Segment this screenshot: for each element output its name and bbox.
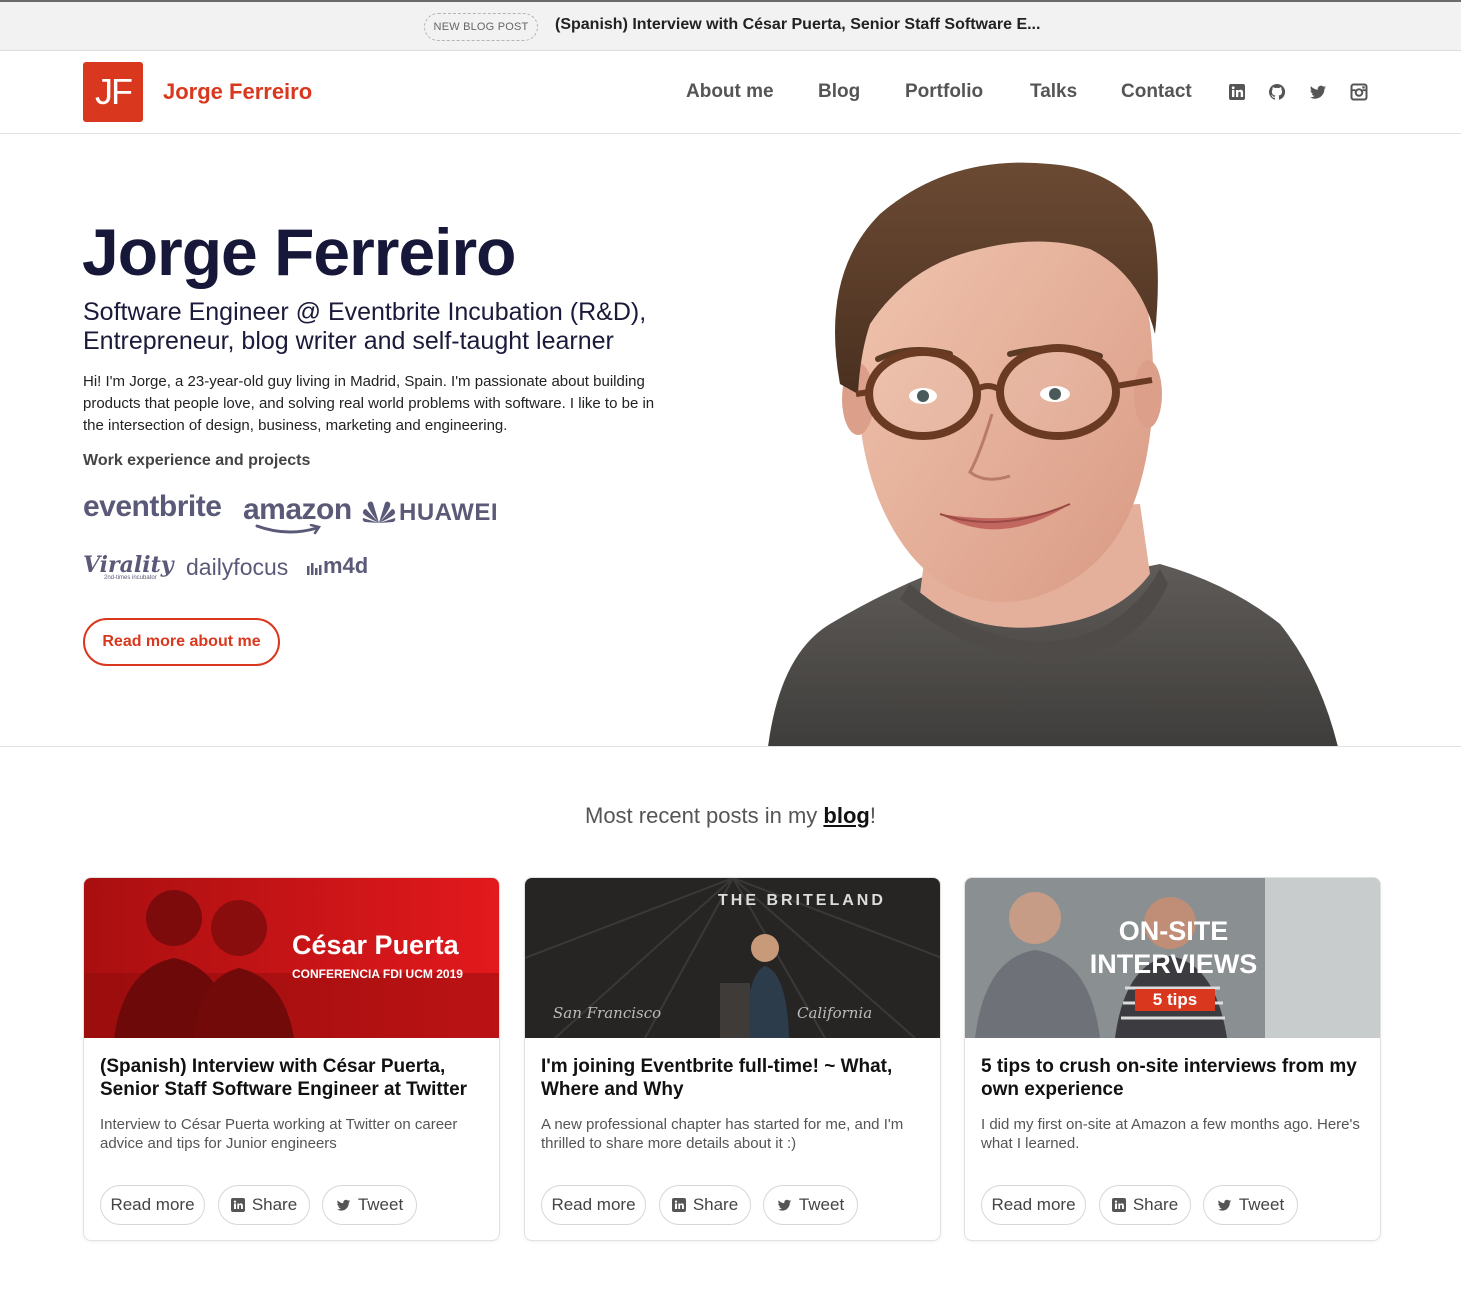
hero-name: Jorge Ferreiro	[82, 215, 516, 289]
tweet-label: Tweet	[798, 1195, 845, 1214]
thumb-title: César Puerta	[292, 930, 459, 960]
linkedin-icon[interactable]	[1228, 83, 1246, 101]
post-thumbnail[interactable]: THE BRITELAND San Francisco California	[525, 878, 940, 1038]
logo-eventbrite: eventbrite	[83, 490, 222, 523]
thumb-title-line-1: ON-SITE	[1118, 916, 1229, 946]
blog-heading-prefix: Most recent posts in my	[585, 803, 824, 828]
thumb-subtitle: CONFERENCIA FDI UCM 2019	[292, 967, 463, 981]
share-label: Share	[251, 1195, 298, 1214]
tweet-button[interactable]: Tweet	[1203, 1185, 1298, 1225]
blog-heading: Most recent posts in my blog!	[0, 803, 1461, 829]
blog-card: César Puerta CONFERENCIA FDI UCM 2019 (S…	[83, 877, 500, 1241]
instagram-icon[interactable]	[1350, 83, 1368, 101]
m4d-bars-icon	[307, 563, 322, 575]
github-icon[interactable]	[1268, 83, 1286, 101]
twitter-icon	[336, 1199, 350, 1211]
huawei-flower-icon	[362, 501, 396, 523]
logo-huawei: HUAWEI	[399, 499, 498, 526]
tweet-label: Tweet	[357, 1195, 404, 1214]
linkedin-icon	[230, 1198, 245, 1212]
site-header: JF Jorge Ferreiro About me Blog Portfoli…	[0, 51, 1461, 134]
amazon-smile-icon	[255, 524, 322, 535]
read-more-about-me-button[interactable]: Read more about me	[83, 618, 280, 666]
post-excerpt: I did my first on-site at Amazon a few m…	[981, 1116, 1360, 1152]
logo-m4d: m4d	[323, 553, 369, 578]
nav-blog[interactable]: Blog	[818, 81, 860, 103]
new-post-badge: NEW BLOG POST	[424, 13, 538, 41]
blog-card: THE BRITELAND San Francisco California I…	[524, 877, 941, 1241]
tweet-button[interactable]: Tweet	[763, 1185, 858, 1225]
nav-talks[interactable]: Talks	[1030, 81, 1077, 103]
work-experience-label: Work experience and projects	[83, 452, 311, 469]
thumb-right-label: California	[797, 1004, 873, 1022]
profile-photo	[768, 162, 1338, 746]
share-button[interactable]: Share	[659, 1185, 751, 1225]
post-title[interactable]: I'm joining Eventbrite full-time! ~ What…	[541, 1055, 926, 1100]
share-button[interactable]: Share	[1099, 1185, 1191, 1225]
hero-subtitle: Software Engineer @ Eventbrite Incubatio…	[83, 298, 647, 355]
nav-contact[interactable]: Contact	[1121, 81, 1192, 103]
read-more-button[interactable]: Read more	[100, 1185, 205, 1225]
blog-card: ON-SITE INTERVIEWS 5 tips 5 tips to crus…	[964, 877, 1381, 1241]
post-excerpt: Interview to César Puerta working at Twi…	[100, 1116, 458, 1152]
share-button[interactable]: Share	[218, 1185, 310, 1225]
post-excerpt: A new professional chapter has started f…	[541, 1116, 904, 1152]
twitter-icon	[777, 1199, 791, 1211]
twitter-icon[interactable]	[1309, 83, 1327, 101]
share-label: Share	[692, 1195, 739, 1214]
hero-bio: Hi! I'm Jorge, a 23-year-old guy living …	[83, 373, 655, 434]
tweet-label: Tweet	[1238, 1195, 1285, 1214]
post-thumbnail[interactable]: César Puerta CONFERENCIA FDI UCM 2019	[84, 878, 499, 1038]
read-more-button[interactable]: Read more	[541, 1185, 646, 1225]
brand-name[interactable]: Jorge Ferreiro	[163, 79, 312, 105]
linkedin-icon	[671, 1198, 686, 1212]
logo[interactable]: JF	[83, 62, 143, 122]
announcement-bar[interactable]: NEW BLOG POST (Spanish) Interview with C…	[0, 0, 1461, 51]
nav-about[interactable]: About me	[686, 81, 774, 103]
blog-heading-suffix: !	[869, 803, 876, 828]
virality-tagline: 2nd-times incubator	[104, 575, 157, 581]
thumb-badge: 5 tips	[1135, 989, 1215, 1011]
logo-dailyfocus: dailyfocus	[186, 554, 289, 580]
thumb-left-label: San Francisco	[553, 1004, 662, 1022]
post-thumbnail[interactable]: ON-SITE INTERVIEWS 5 tips	[965, 878, 1380, 1038]
blog-link[interactable]: blog	[823, 803, 869, 828]
linkedin-icon	[1111, 1198, 1126, 1212]
share-label: Share	[1132, 1195, 1179, 1214]
read-more-button[interactable]: Read more	[981, 1185, 1086, 1225]
twitter-icon	[1217, 1199, 1231, 1211]
tweet-button[interactable]: Tweet	[322, 1185, 417, 1225]
thumb-title: THE BRITELAND	[718, 892, 886, 909]
thumb-title-line-2: INTERVIEWS	[1089, 949, 1258, 979]
post-title[interactable]: 5 tips to crush on-site interviews from …	[981, 1055, 1366, 1100]
nav-portfolio[interactable]: Portfolio	[905, 81, 983, 103]
logo-amazon: amazon	[243, 493, 352, 535]
post-title[interactable]: (Spanish) Interview with César Puerta, S…	[100, 1055, 485, 1100]
hero-section: Jorge Ferreiro Software Engineer @ Event…	[0, 134, 1461, 747]
announcement-headline[interactable]: (Spanish) Interview with César Puerta, S…	[555, 16, 1040, 34]
